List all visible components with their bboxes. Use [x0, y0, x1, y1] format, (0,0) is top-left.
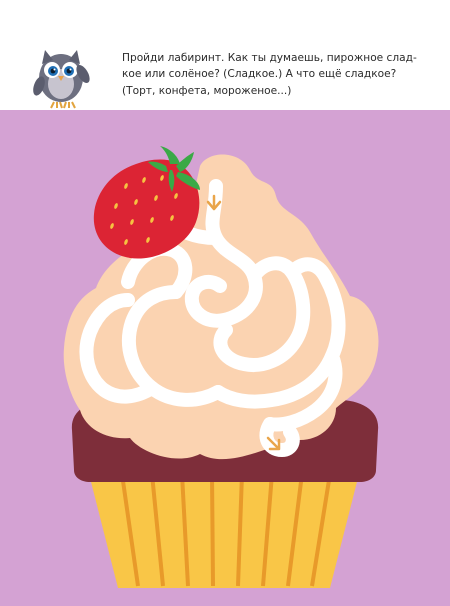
- cupcake-maze: [63, 146, 379, 588]
- instruction-line-1: Пройди лабиринт. Как ты думаешь, пирожно…: [122, 52, 417, 64]
- owl-icon: [33, 50, 90, 109]
- header: Пройди лабиринт. Как ты думаешь, пирожно…: [0, 0, 450, 110]
- cupcake-wrapper: [88, 470, 360, 588]
- instruction-line-2: кое или солёное? (Сладкое.) А что ещё сл…: [122, 68, 397, 81]
- instruction-line-3: (Торт, конфета, мороженое...): [122, 84, 292, 97]
- instruction-text: Пройди лабиринт. Как ты думаешь, пирожно…: [122, 50, 422, 99]
